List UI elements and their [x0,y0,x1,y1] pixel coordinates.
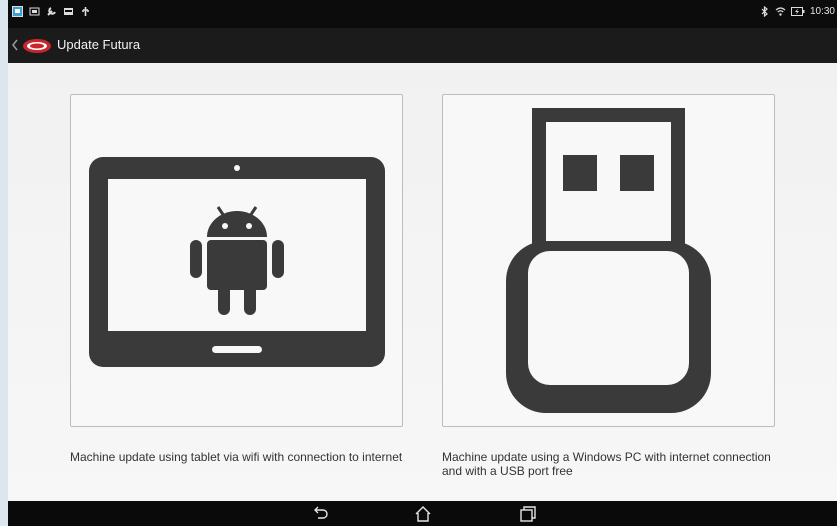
back-icon[interactable] [312,505,330,522]
notification-icons [12,6,91,17]
battery-charging-icon [790,7,805,16]
silca-logo-icon[interactable] [22,38,52,54]
usb-pc-option-card[interactable] [442,94,775,427]
screenshot-icon [12,6,23,17]
usb-drive-icon [506,108,711,413]
system-icons: 10:30 [759,6,835,17]
page-title: Update Futura [57,37,141,52]
usb-debug-icon [82,7,89,16]
up-navigation-icon[interactable] [10,37,20,53]
tablet-wifi-option-card[interactable] [70,94,403,427]
gallery-icon [29,7,40,16]
update-options: Machine update using tablet via wifi wit… [8,63,837,501]
tablet-wifi-option-caption: Machine update using tablet via wifi wit… [70,450,403,464]
device-screen: 10:30 Update Futura Machine update using… [8,0,837,526]
usb-pc-option-caption: Machine update using a Windows PC with i… [442,450,771,478]
recent-apps-icon[interactable] [519,505,537,522]
home-icon[interactable] [414,505,432,522]
navigation-bar [8,501,837,526]
status-bar: 10:30 [8,0,837,28]
bluetooth-icon [761,6,768,17]
status-time: 10:30 [809,6,835,17]
android-tablet-icon [89,157,385,367]
wrench-icon [47,7,56,16]
message-icon [64,8,73,15]
action-bar: Update Futura [8,28,837,63]
wifi-icon [775,7,786,16]
